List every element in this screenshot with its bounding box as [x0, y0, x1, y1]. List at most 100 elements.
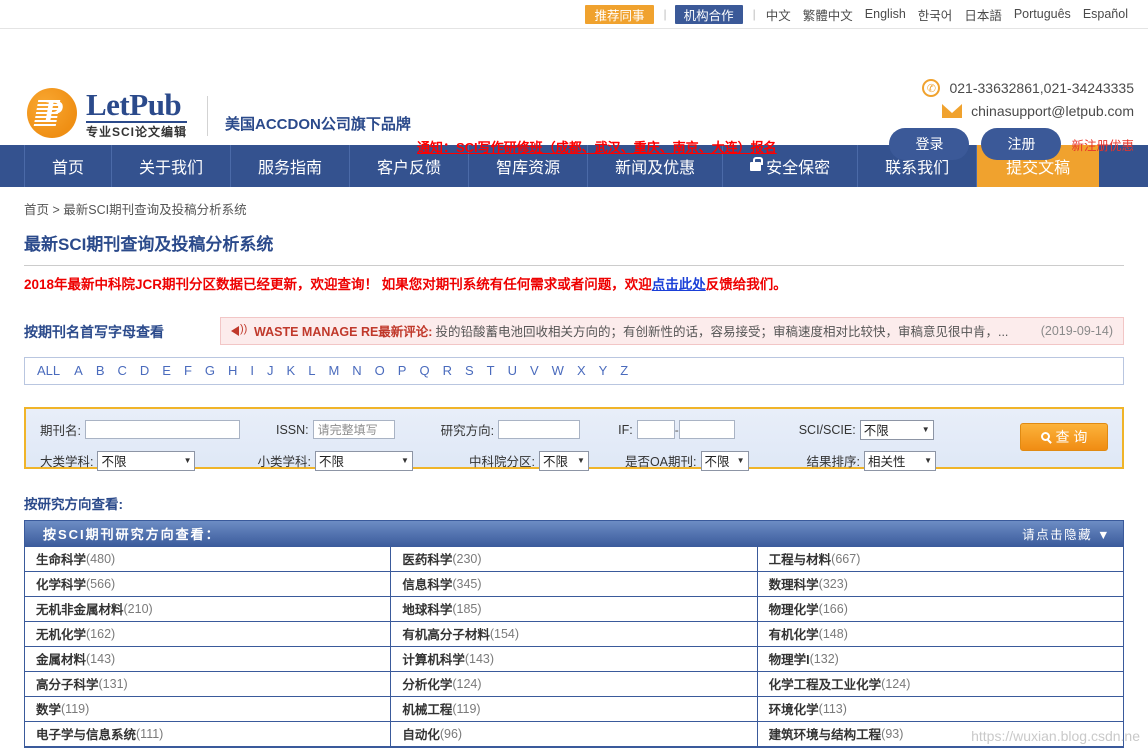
- research-category-cell[interactable]: 物理学I (132): [757, 647, 1123, 672]
- research-category-cell[interactable]: 建筑环境与结构工程 (93): [757, 722, 1123, 747]
- research-category-cell[interactable]: 化学科学 (566): [25, 572, 391, 597]
- research-category-cell[interactable]: 物理化学 (166): [757, 597, 1123, 622]
- alpha-filter-j[interactable]: J: [267, 363, 274, 378]
- issn-input[interactable]: [312, 420, 395, 440]
- alpha-filter-d[interactable]: D: [140, 363, 149, 378]
- workshop-notice-link[interactable]: 通知：SCI写作研修班（成都、武汉、重庆、南京、大连）报名: [417, 137, 777, 156]
- research-category-cell[interactable]: 机械工程 (119): [391, 697, 757, 722]
- alpha-filter-m[interactable]: M: [328, 363, 339, 378]
- research-category-link[interactable]: 分析化学: [402, 674, 452, 693]
- alpha-filter-o[interactable]: O: [375, 363, 385, 378]
- research-category-cell[interactable]: 无机化学 (162): [25, 622, 391, 647]
- research-category-cell[interactable]: 信息科学 (345): [391, 572, 757, 597]
- research-category-link[interactable]: 计算机科学: [402, 649, 465, 668]
- alpha-filter-r[interactable]: R: [443, 363, 452, 378]
- search-button[interactable]: 查 询: [1020, 422, 1108, 451]
- latest-review-marquee[interactable]: WASTE MANAGE RE最新评论: 投的铅酸蓄电池回收相关方向的；有创新性…: [220, 316, 1124, 345]
- alpha-filter-w[interactable]: W: [552, 363, 564, 378]
- lang-en[interactable]: English: [865, 7, 906, 21]
- alpha-filter-h[interactable]: H: [228, 363, 237, 378]
- journal-name-input[interactable]: [84, 420, 240, 440]
- research-category-cell[interactable]: 自动化 (96): [391, 722, 757, 747]
- alpha-filter-i[interactable]: I: [250, 363, 254, 378]
- research-category-link[interactable]: 工程与材料: [769, 549, 832, 568]
- alpha-filter-all[interactable]: ALL: [37, 363, 60, 378]
- research-field-input[interactable]: [498, 420, 581, 440]
- research-category-link[interactable]: 有机化学: [769, 624, 819, 643]
- research-category-link[interactable]: 生命科学: [36, 549, 86, 568]
- sort-order-select[interactable]: 相关性 ▼: [863, 450, 936, 471]
- research-category-link[interactable]: 建筑环境与结构工程: [769, 724, 882, 743]
- impact-factor-min-input[interactable]: [636, 420, 675, 440]
- research-category-link[interactable]: 有机高分子材料: [402, 624, 490, 643]
- impact-factor-max-input[interactable]: [678, 420, 735, 440]
- nav-item-about[interactable]: 关于我们: [112, 145, 232, 187]
- research-category-link[interactable]: 无机化学: [36, 624, 86, 643]
- research-category-link[interactable]: 信息科学: [402, 574, 452, 593]
- hide-panel-toggle[interactable]: 请点击隐藏 ▼: [1022, 524, 1111, 543]
- alpha-filter-a[interactable]: A: [74, 363, 83, 378]
- research-category-link[interactable]: 无机非金属材料: [36, 599, 124, 618]
- research-category-link[interactable]: 数学: [36, 699, 61, 718]
- alpha-filter-s[interactable]: S: [465, 363, 474, 378]
- cas-zone-select[interactable]: 不限 ▼: [538, 450, 589, 471]
- research-category-link[interactable]: 地球科学: [402, 599, 452, 618]
- notice-feedback-link[interactable]: 点击此处: [652, 277, 706, 292]
- research-category-cell[interactable]: 环境化学 (113): [757, 697, 1123, 722]
- research-category-cell[interactable]: 有机化学 (148): [757, 622, 1123, 647]
- research-category-link[interactable]: 电子学与信息系统: [36, 724, 136, 743]
- minor-discipline-select[interactable]: 不限 ▼: [314, 450, 413, 471]
- alpha-filter-x[interactable]: X: [577, 363, 586, 378]
- research-category-link[interactable]: 医药科学: [402, 549, 452, 568]
- alpha-filter-q[interactable]: Q: [419, 363, 429, 378]
- research-category-link[interactable]: 物理化学: [769, 599, 819, 618]
- alpha-filter-l[interactable]: L: [308, 363, 315, 378]
- alpha-filter-t[interactable]: T: [487, 363, 495, 378]
- institution-cooperation-pill[interactable]: 机构合作: [674, 4, 743, 24]
- alpha-filter-b[interactable]: B: [96, 363, 105, 378]
- lang-ko[interactable]: 한국어: [918, 5, 953, 24]
- research-category-cell[interactable]: 地球科学 (185): [391, 597, 757, 622]
- alpha-filter-z[interactable]: Z: [620, 363, 628, 378]
- major-discipline-select[interactable]: 不限 ▼: [97, 450, 196, 471]
- research-category-link[interactable]: 高分子科学: [36, 674, 99, 693]
- research-category-link[interactable]: 自动化: [402, 724, 440, 743]
- lang-pt[interactable]: Português: [1014, 7, 1071, 21]
- research-category-link[interactable]: 数理科学: [769, 574, 819, 593]
- alpha-filter-p[interactable]: P: [398, 363, 407, 378]
- research-category-cell[interactable]: 化学工程及工业化学 (124): [757, 672, 1123, 697]
- alpha-filter-c[interactable]: C: [117, 363, 126, 378]
- lang-zh-tw[interactable]: 繁體中文: [803, 5, 853, 24]
- research-category-cell[interactable]: 有机高分子材料 (154): [391, 622, 757, 647]
- nav-item-services[interactable]: 服务指南: [231, 145, 351, 187]
- lang-es[interactable]: Español: [1083, 7, 1128, 21]
- research-category-cell[interactable]: 分析化学 (124): [391, 672, 757, 697]
- lang-zh-cn[interactable]: 中文: [766, 5, 791, 24]
- research-category-cell[interactable]: 数学 (119): [25, 697, 391, 722]
- alpha-filter-v[interactable]: V: [530, 363, 539, 378]
- research-category-link[interactable]: 化学科学: [36, 574, 86, 593]
- research-category-cell[interactable]: 生命科学 (480): [25, 547, 391, 572]
- research-category-cell[interactable]: 工程与材料 (667): [757, 547, 1123, 572]
- alpha-filter-k[interactable]: K: [287, 363, 296, 378]
- research-category-cell[interactable]: 数理科学 (323): [757, 572, 1123, 597]
- alpha-filter-n[interactable]: N: [352, 363, 361, 378]
- research-category-link[interactable]: 化学工程及工业化学: [769, 674, 882, 693]
- alpha-filter-g[interactable]: G: [205, 363, 215, 378]
- research-category-link[interactable]: 物理学I: [769, 649, 810, 668]
- research-category-link[interactable]: 金属材料: [36, 649, 86, 668]
- research-category-cell[interactable]: 金属材料 (143): [25, 647, 391, 672]
- research-category-link[interactable]: 机械工程: [402, 699, 452, 718]
- alpha-filter-u[interactable]: U: [508, 363, 517, 378]
- recommend-colleague-pill[interactable]: 推荐同事: [585, 4, 654, 24]
- sci-scie-select[interactable]: 不限 ▼: [859, 419, 934, 440]
- lang-ja[interactable]: 日本語: [964, 5, 1002, 24]
- alpha-filter-e[interactable]: E: [162, 363, 171, 378]
- research-category-cell[interactable]: 高分子科学 (131): [25, 672, 391, 697]
- research-category-cell[interactable]: 计算机科学 (143): [391, 647, 757, 672]
- alpha-filter-f[interactable]: F: [184, 363, 192, 378]
- oa-journal-select[interactable]: 不限 ▼: [700, 450, 749, 471]
- alpha-filter-y[interactable]: Y: [599, 363, 608, 378]
- register-button[interactable]: 注册: [981, 128, 1062, 160]
- login-button[interactable]: 登录: [889, 128, 970, 160]
